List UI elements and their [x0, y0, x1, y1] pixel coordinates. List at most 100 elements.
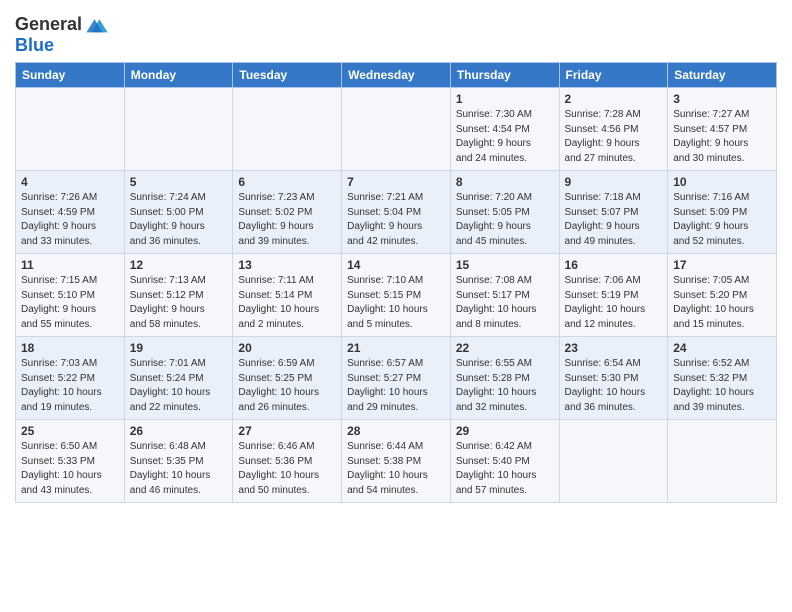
cell-info: Sunrise: 7:21 AM Sunset: 5:04 PM Dayligh… [347, 191, 445, 249]
cell-info: Sunrise: 7:16 AM Sunset: 5:09 PM Dayligh… [673, 191, 771, 249]
cell-info: Sunrise: 6:52 AM Sunset: 5:32 PM Dayligh… [673, 357, 771, 415]
day-number: 11 [21, 258, 119, 272]
cell-info: Sunrise: 6:57 AM Sunset: 5:27 PM Dayligh… [347, 357, 445, 415]
cell-info: Sunrise: 7:03 AM Sunset: 5:22 PM Dayligh… [21, 357, 119, 415]
calendar-cell [668, 420, 777, 503]
calendar-cell [342, 88, 451, 171]
calendar-cell [233, 88, 342, 171]
cell-info: Sunrise: 7:30 AM Sunset: 4:54 PM Dayligh… [456, 108, 554, 166]
calendar-cell: 20 Sunrise: 6:59 AM Sunset: 5:25 PM Dayli… [233, 337, 342, 420]
day-number: 12 [130, 258, 228, 272]
day-number: 22 [456, 341, 554, 355]
cell-info: Sunrise: 7:28 AM Sunset: 4:56 PM Dayligh… [565, 108, 663, 166]
day-number: 1 [456, 92, 554, 106]
day-number: 20 [238, 341, 336, 355]
calendar-cell: 17 Sunrise: 7:05 AM Sunset: 5:20 PM Dayli… [668, 254, 777, 337]
week-row-1: 1 Sunrise: 7:30 AM Sunset: 4:54 PM Daylig… [16, 88, 777, 171]
cell-info: Sunrise: 7:06 AM Sunset: 5:19 PM Dayligh… [565, 274, 663, 332]
calendar-cell: 16 Sunrise: 7:06 AM Sunset: 5:19 PM Dayli… [559, 254, 668, 337]
calendar-cell: 10 Sunrise: 7:16 AM Sunset: 5:09 PM Dayli… [668, 171, 777, 254]
calendar-cell: 3 Sunrise: 7:27 AM Sunset: 4:57 PM Daylig… [668, 88, 777, 171]
calendar-cell: 4Sunrise: 7:26 AM Sunset: 4:59 PM Daylig… [16, 171, 125, 254]
col-header-saturday: Saturday [668, 63, 777, 88]
cell-info: Sunrise: 6:54 AM Sunset: 5:30 PM Dayligh… [565, 357, 663, 415]
day-number: 28 [347, 424, 445, 438]
cell-info: Sunrise: 7:24 AM Sunset: 5:00 PM Dayligh… [130, 191, 228, 249]
calendar-table: SundayMondayTuesdayWednesdayThursdayFrid… [15, 62, 777, 503]
cell-info: Sunrise: 7:18 AM Sunset: 5:07 PM Dayligh… [565, 191, 663, 249]
calendar-cell: 28Sunrise: 6:44 AM Sunset: 5:38 PM Dayli… [342, 420, 451, 503]
calendar-cell: 2Sunrise: 7:28 AM Sunset: 4:56 PM Daylig… [559, 88, 668, 171]
day-number: 9 [565, 175, 663, 189]
calendar-cell: 9 Sunrise: 7:18 AM Sunset: 5:07 PM Daylig… [559, 171, 668, 254]
cell-info: Sunrise: 7:11 AM Sunset: 5:14 PM Dayligh… [238, 274, 336, 332]
day-number: 27 [238, 424, 336, 438]
calendar-cell: 6 Sunrise: 7:23 AM Sunset: 5:02 PM Daylig… [233, 171, 342, 254]
col-header-wednesday: Wednesday [342, 63, 451, 88]
day-number: 24 [673, 341, 771, 355]
calendar-cell: 15Sunrise: 7:08 AM Sunset: 5:17 PM Dayli… [450, 254, 559, 337]
day-number: 15 [456, 258, 554, 272]
week-row-2: 4Sunrise: 7:26 AM Sunset: 4:59 PM Daylig… [16, 171, 777, 254]
logo-general: General [15, 14, 82, 35]
week-row-4: 18 Sunrise: 7:03 AM Sunset: 5:22 PM Dayli… [16, 337, 777, 420]
calendar-cell [16, 88, 125, 171]
cell-info: Sunrise: 7:15 AM Sunset: 5:10 PM Dayligh… [21, 274, 119, 332]
page-container: General Blue SundayMondayTuesdayWednesda… [0, 0, 792, 513]
day-number: 8 [456, 175, 554, 189]
calendar-cell: 7 Sunrise: 7:21 AM Sunset: 5:04 PM Daylig… [342, 171, 451, 254]
calendar-cell: 1 Sunrise: 7:30 AM Sunset: 4:54 PM Daylig… [450, 88, 559, 171]
cell-info: Sunrise: 7:05 AM Sunset: 5:20 PM Dayligh… [673, 274, 771, 332]
cell-info: Sunrise: 7:10 AM Sunset: 5:15 PM Dayligh… [347, 274, 445, 332]
calendar-cell: 21 Sunrise: 6:57 AM Sunset: 5:27 PM Dayli… [342, 337, 451, 420]
calendar-cell: 12 Sunrise: 7:13 AM Sunset: 5:12 PM Dayli… [124, 254, 233, 337]
cell-info: Sunrise: 7:20 AM Sunset: 5:05 PM Dayligh… [456, 191, 554, 249]
logo: General Blue [15, 14, 110, 56]
day-number: 26 [130, 424, 228, 438]
calendar-cell: 24 Sunrise: 6:52 AM Sunset: 5:32 PM Dayli… [668, 337, 777, 420]
day-number: 23 [565, 341, 663, 355]
cell-info: Sunrise: 7:01 AM Sunset: 5:24 PM Dayligh… [130, 357, 228, 415]
col-header-monday: Monday [124, 63, 233, 88]
logo-blue: Blue [15, 35, 54, 56]
cell-info: Sunrise: 7:13 AM Sunset: 5:12 PM Dayligh… [130, 274, 228, 332]
calendar-cell: 25Sunrise: 6:50 AM Sunset: 5:33 PM Dayli… [16, 420, 125, 503]
day-number: 10 [673, 175, 771, 189]
logo-icon [84, 16, 110, 34]
calendar-cell: 13 Sunrise: 7:11 AM Sunset: 5:14 PM Dayli… [233, 254, 342, 337]
calendar-cell [559, 420, 668, 503]
day-number: 6 [238, 175, 336, 189]
calendar-cell: 26 Sunrise: 6:48 AM Sunset: 5:35 PM Dayli… [124, 420, 233, 503]
day-number: 18 [21, 341, 119, 355]
day-number: 17 [673, 258, 771, 272]
day-number: 21 [347, 341, 445, 355]
cell-info: Sunrise: 6:50 AM Sunset: 5:33 PM Dayligh… [21, 440, 119, 498]
calendar-cell: 11 Sunrise: 7:15 AM Sunset: 5:10 PM Dayli… [16, 254, 125, 337]
header-row: SundayMondayTuesdayWednesdayThursdayFrid… [16, 63, 777, 88]
calendar-cell: 27 Sunrise: 6:46 AM Sunset: 5:36 PM Dayli… [233, 420, 342, 503]
calendar-cell: 29 Sunrise: 6:42 AM Sunset: 5:40 PM Dayli… [450, 420, 559, 503]
cell-info: Sunrise: 7:23 AM Sunset: 5:02 PM Dayligh… [238, 191, 336, 249]
col-header-sunday: Sunday [16, 63, 125, 88]
day-number: 29 [456, 424, 554, 438]
col-header-thursday: Thursday [450, 63, 559, 88]
day-number: 19 [130, 341, 228, 355]
week-row-5: 25Sunrise: 6:50 AM Sunset: 5:33 PM Dayli… [16, 420, 777, 503]
day-number: 16 [565, 258, 663, 272]
cell-info: Sunrise: 6:48 AM Sunset: 5:35 PM Dayligh… [130, 440, 228, 498]
calendar-cell: 5Sunrise: 7:24 AM Sunset: 5:00 PM Daylig… [124, 171, 233, 254]
cell-info: Sunrise: 6:59 AM Sunset: 5:25 PM Dayligh… [238, 357, 336, 415]
cell-info: Sunrise: 7:27 AM Sunset: 4:57 PM Dayligh… [673, 108, 771, 166]
day-number: 13 [238, 258, 336, 272]
day-number: 3 [673, 92, 771, 106]
calendar-cell: 19 Sunrise: 7:01 AM Sunset: 5:24 PM Dayli… [124, 337, 233, 420]
calendar-cell: 23 Sunrise: 6:54 AM Sunset: 5:30 PM Dayli… [559, 337, 668, 420]
day-number: 4 [21, 175, 119, 189]
header-area: General Blue [15, 10, 777, 56]
cell-info: Sunrise: 6:42 AM Sunset: 5:40 PM Dayligh… [456, 440, 554, 498]
col-header-tuesday: Tuesday [233, 63, 342, 88]
day-number: 7 [347, 175, 445, 189]
col-header-friday: Friday [559, 63, 668, 88]
cell-info: Sunrise: 6:46 AM Sunset: 5:36 PM Dayligh… [238, 440, 336, 498]
calendar-cell: 22Sunrise: 6:55 AM Sunset: 5:28 PM Dayli… [450, 337, 559, 420]
